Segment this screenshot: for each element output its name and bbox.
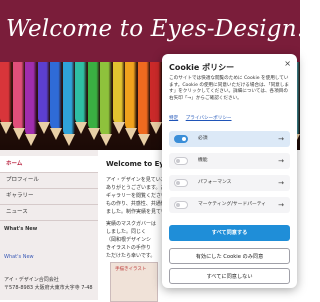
- arrow-right-icon[interactable]: →: [278, 153, 284, 169]
- toggle-knob: [176, 181, 180, 185]
- nav-news[interactable]: ニュース: [0, 204, 98, 221]
- category-functional[interactable]: 機能 →: [169, 153, 290, 169]
- pencil-graphic: [150, 62, 162, 134]
- sidebar: ホーム プロフィール ギャラリー ニュース What's New What's …: [0, 150, 98, 300]
- cookie-policy-dialog: Cookie ポリシー × このサイトでは快適な閲覧のために Cookie を使…: [162, 54, 297, 288]
- pencil-tip: [75, 122, 87, 134]
- pencil-graphic: [0, 62, 12, 134]
- specific-link[interactable]: 特定: [169, 116, 178, 121]
- pencil-tip: [37, 122, 50, 134]
- category-label: 機能: [198, 158, 208, 163]
- dialog-title: Cookie ポリシー: [169, 63, 235, 72]
- dialog-description: このサイトでは快適な閲覧のために Cookie を使用しています。Cookie …: [169, 76, 289, 101]
- arrow-right-icon[interactable]: →: [278, 175, 284, 191]
- second-line: （岡和根デザインシ: [106, 237, 152, 243]
- toggle-knob: [182, 137, 186, 141]
- whats-new-link[interactable]: What's New: [4, 254, 34, 260]
- toggle-knob: [176, 159, 180, 163]
- performance-toggle[interactable]: [174, 179, 188, 187]
- pencil-graphic: [125, 62, 137, 140]
- category-label: マーケティング/サードパーティ: [198, 202, 267, 207]
- company-address: 〒578-8983 大阪府大東市大字寺 7-48: [4, 285, 93, 291]
- toggle-knob: [176, 203, 180, 207]
- pencil-tip: [112, 122, 125, 134]
- second-line: しました。同じく: [106, 229, 147, 235]
- company-name: アイ・デザイン合同会社: [4, 277, 59, 283]
- category-marketing[interactable]: マーケティング/サードパーティ →: [169, 197, 290, 213]
- pencil-graphic: [25, 62, 37, 146]
- second-paragraph: 実績のマスクガバーは しました。同じく （岡和根デザインシ きイラストの手作り …: [106, 220, 156, 260]
- pencil-tip: [87, 128, 100, 140]
- category-necessary[interactable]: 必須 →: [169, 131, 290, 147]
- pencil-graphic: [12, 62, 25, 140]
- illustration-thumbnail[interactable]: 手描きイラスト: [110, 262, 158, 302]
- reject-all-button[interactable]: すべてに同意しない: [169, 268, 290, 284]
- pencil-graphic: [137, 62, 150, 146]
- pencil-graphic: [100, 62, 112, 146]
- pencil-graphic: [50, 62, 62, 140]
- nav-home[interactable]: ホーム: [0, 156, 98, 173]
- pencil-tip: [50, 128, 62, 140]
- policy-links: 特定 プライバシーポリシー: [169, 115, 238, 121]
- category-label: パフォーマンス: [198, 180, 232, 185]
- second-line: きイラストの手作り: [106, 245, 151, 251]
- pencil-tip: [0, 122, 12, 134]
- nav-gallery[interactable]: ギャラリー: [0, 188, 98, 205]
- close-icon[interactable]: ×: [284, 59, 291, 68]
- category-performance[interactable]: パフォーマンス →: [169, 175, 290, 191]
- pencil-graphic: [87, 62, 100, 140]
- pencil-tip: [100, 134, 112, 146]
- second-line: ただけたら幸いです。: [106, 253, 156, 259]
- pencil-tip: [25, 134, 37, 146]
- marketing-toggle[interactable]: [174, 201, 188, 209]
- pencil-graphic: [75, 62, 87, 134]
- pencil-tip: [125, 128, 137, 140]
- pencil-tip: [137, 134, 150, 146]
- accept-selected-button[interactable]: 有効にした Cookie のみ同意: [169, 248, 290, 264]
- arrow-right-icon[interactable]: →: [278, 197, 284, 213]
- pencil-graphic: [112, 62, 125, 134]
- pencil-graphic: [62, 62, 75, 146]
- site-title: Welcome to Eyes-Design.L.L.C.: [6, 16, 300, 42]
- privacy-policy-link[interactable]: プライバシーポリシー: [186, 116, 232, 121]
- category-label: 必須: [198, 136, 208, 141]
- necessary-toggle[interactable]: [174, 135, 188, 143]
- site-header: Welcome to Eyes-Design.L.L.C.: [0, 0, 300, 62]
- nav-profile[interactable]: プロフィール: [0, 172, 98, 189]
- functional-toggle[interactable]: [174, 157, 188, 165]
- thumbnail-label: 手描きイラスト: [115, 267, 147, 272]
- pencil-tip: [62, 134, 75, 146]
- pencil-tip: [150, 122, 162, 134]
- second-line: 実績のマスクガバーは: [106, 221, 157, 227]
- pencil-tip: [12, 128, 25, 140]
- accept-all-button[interactable]: すべて同意する: [169, 225, 290, 241]
- arrow-right-icon[interactable]: →: [278, 131, 284, 147]
- pencil-graphic: [37, 62, 50, 134]
- whats-new-heading: What's New: [4, 226, 38, 232]
